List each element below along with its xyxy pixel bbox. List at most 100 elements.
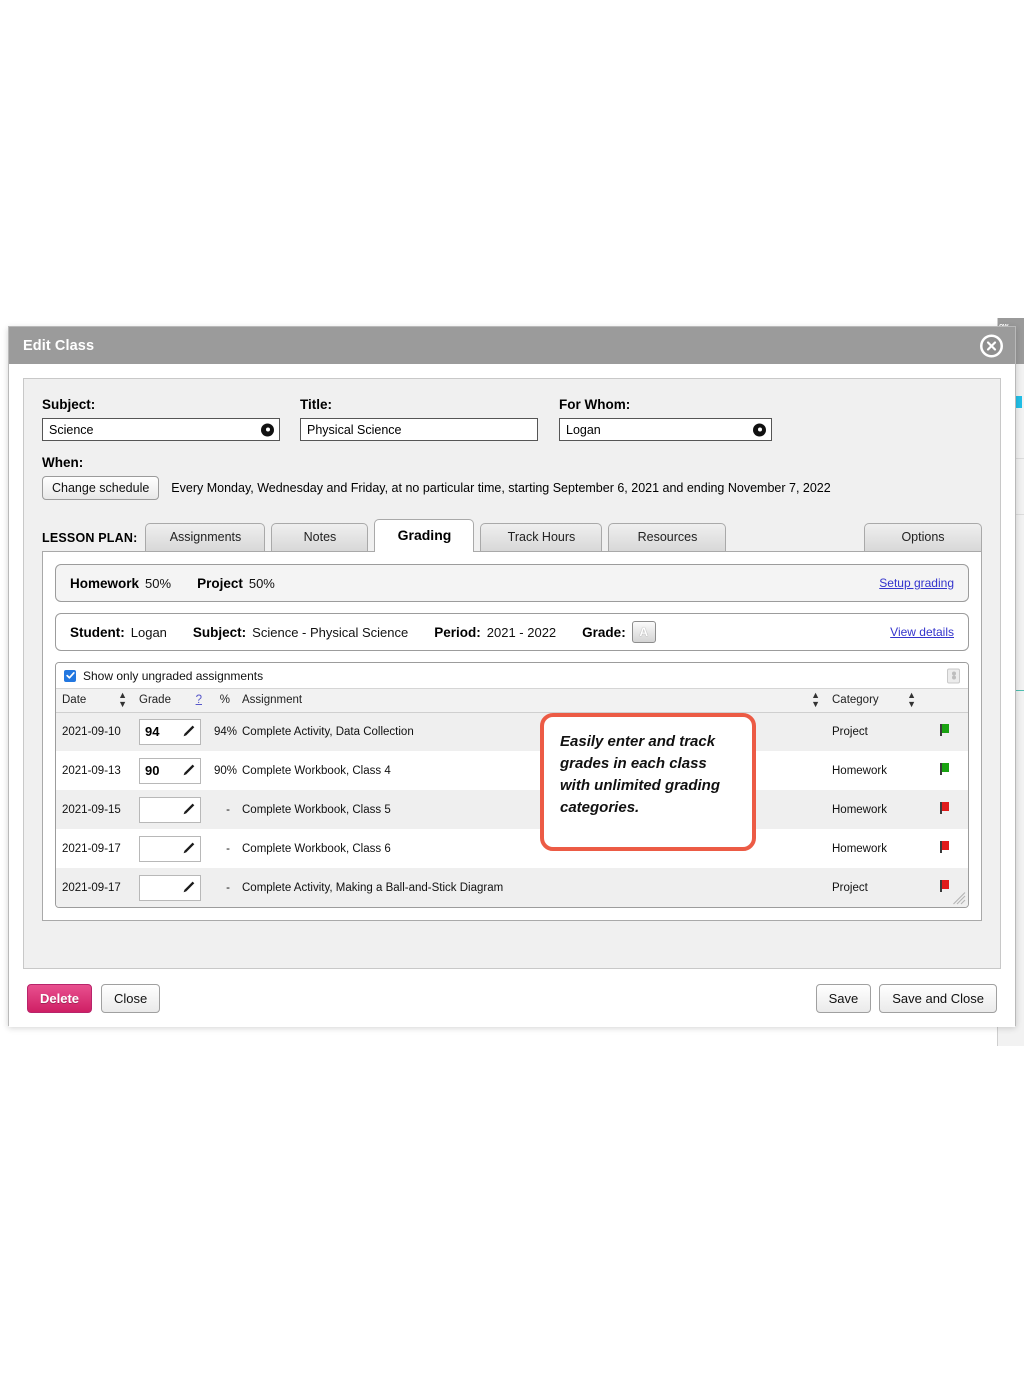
column-label-category: Category (832, 694, 879, 707)
subject-value: Science (49, 422, 94, 437)
column-header-category[interactable]: Category ▲ ▼ (826, 689, 922, 713)
for-whom-field-group: For Whom: Logan (559, 397, 772, 441)
flag-icon-green[interactable] (939, 724, 951, 737)
cell-grade: 94 (133, 712, 208, 751)
for-whom-select[interactable]: Logan (559, 418, 772, 441)
student-value: Logan (130, 624, 167, 640)
cell-date: 2021-09-17 (56, 868, 133, 907)
pencil-icon[interactable] (181, 880, 196, 895)
cell-percent: 90% (208, 751, 237, 790)
flag-icon-red[interactable] (939, 880, 951, 892)
tab-assignments[interactable]: Assignments (145, 523, 266, 552)
cell-percent: - (208, 829, 236, 868)
assignments-table-container: Show only ungraded assignments Date ▲▼ (55, 662, 969, 908)
tab-track-hours[interactable]: Track Hours (480, 523, 603, 552)
grade-input[interactable] (139, 874, 201, 901)
student-label: Student: (70, 624, 125, 640)
save-and-close-button[interactable]: Save and Close (879, 983, 997, 1013)
setup-grading-link[interactable]: Setup grading (879, 576, 954, 590)
cell-flag (922, 712, 968, 751)
weight-category-name: Project (197, 575, 243, 591)
weight-category-name: Homework (70, 575, 140, 591)
column-header-grade: Grade ? (133, 689, 208, 713)
show-ungraded-checkbox[interactable] (64, 669, 76, 682)
change-schedule-button[interactable]: Change schedule (42, 476, 160, 500)
grade-help-icon[interactable]: ? (196, 694, 202, 706)
table-row: 2021-09-13 90 90% Complete Workbook, Class … (56, 751, 968, 790)
grade-label: Grade: (582, 624, 626, 640)
dialog-content-panel: Subject: Science Title: Physical Science… (23, 378, 1001, 969)
table-row: 2021-09-17- Complete Workbook, Class 6 Hom… (56, 829, 968, 868)
cell-category: Project (826, 712, 922, 751)
dialog-footer: Delete Close Save Save and Close (23, 969, 1001, 1027)
cell-date: 2021-09-10 (56, 712, 133, 751)
title-value: Physical Science (307, 422, 402, 437)
sort-icon[interactable]: ▲ ▼ (118, 691, 127, 709)
class-details-form: Subject: Science Title: Physical Science… (42, 397, 982, 441)
column-label-date: Date (62, 694, 87, 707)
resize-handle[interactable] (953, 892, 966, 905)
schedule-description: Every Monday, Wednesday and Friday, at n… (171, 481, 831, 495)
view-details-link[interactable]: View details (890, 625, 954, 639)
flag-icon-red[interactable] (939, 841, 951, 853)
cell-percent: - (208, 790, 236, 829)
sort-icon[interactable]: ▲ ▼ (811, 691, 820, 709)
grade-input[interactable] (139, 796, 201, 823)
period-label: Period: (434, 624, 481, 640)
column-header-flag (922, 689, 968, 713)
table-header-row: Date ▲ ▼ Grade ? % Assignment ▲ ▼ Catego… (56, 689, 968, 713)
sort-icon[interactable]: ▲ ▼ (907, 691, 916, 709)
dialog-title: Edit Class (23, 337, 95, 354)
cell-date: 2021-09-15 (56, 790, 133, 829)
weight-category-value: 50% (145, 575, 172, 591)
cell-grade (133, 868, 208, 907)
flag-icon-green[interactable] (939, 763, 951, 775)
assignments-table: Date ▲ ▼ Grade ? % Assignment ▲ ▼ Catego… (56, 689, 968, 907)
flag-icon-red[interactable] (939, 802, 951, 814)
weight-category-value: 50% (248, 575, 275, 591)
close-icon[interactable] (980, 334, 1003, 357)
grading-panel: Homework 50% Project 50% Setup grading S… (42, 551, 982, 921)
chevron-down-icon (261, 423, 274, 436)
cell-category: Homework (826, 751, 922, 790)
table-body: 2021-09-10 94 94% Complete Activity, Data C… (56, 712, 968, 907)
tab-options[interactable]: Options (864, 523, 982, 552)
pencil-icon[interactable] (181, 802, 196, 817)
cell-flag (922, 751, 968, 790)
table-row: 2021-09-17 - Complete Activity, Making a B… (56, 868, 968, 907)
cell-grade (133, 790, 208, 829)
column-header-date[interactable]: Date ▲ ▼ (56, 689, 133, 713)
subject-label: Subject: (42, 397, 96, 412)
grade-input[interactable] (139, 835, 201, 862)
pencil-icon[interactable] (181, 841, 196, 856)
for-whom-label: For Whom: (559, 397, 631, 412)
save-button[interactable]: Save (815, 983, 872, 1013)
grade-input[interactable]: 94 (139, 718, 201, 745)
cell-percent: 94% (208, 712, 237, 751)
cell-category: Homework (826, 829, 922, 868)
columns-icon[interactable] (947, 668, 960, 683)
column-header-percent: % (208, 689, 236, 713)
dialog-titlebar: Edit Class (9, 327, 1015, 364)
schedule-row: Change schedule Every Monday, Wednesday … (42, 476, 982, 500)
pencil-icon[interactable] (181, 724, 196, 739)
delete-button[interactable]: Delete (27, 983, 93, 1013)
when-label: When: (42, 455, 84, 470)
table-row: 2021-09-10 94 94% Complete Activity, Data C… (56, 712, 968, 751)
subject-select[interactable]: Science (42, 418, 280, 441)
tab-grading[interactable]: Grading (374, 519, 475, 552)
pencil-icon[interactable] (181, 763, 196, 778)
cell-grade: 90 (133, 751, 208, 790)
grade-input[interactable]: 90 (139, 757, 201, 784)
student-summary-bar: Student: Logan Subject: Science - Physic… (55, 613, 969, 651)
for-whom-value: Logan (566, 422, 601, 437)
cell-category: Project (826, 868, 922, 907)
tab-resources[interactable]: Resources (608, 523, 727, 552)
tab-notes[interactable]: Notes (271, 523, 369, 552)
close-button[interactable]: Close (101, 983, 161, 1013)
cell-assignment: Complete Activity, Making a Ball-and-Sti… (236, 868, 826, 907)
column-header-assignment[interactable]: Assignment ▲ ▼ (236, 689, 826, 713)
chevron-down-icon (753, 423, 766, 436)
title-input[interactable]: Physical Science (300, 418, 538, 441)
annotation-callout: Easily enter and track grades in each cl… (540, 713, 756, 851)
